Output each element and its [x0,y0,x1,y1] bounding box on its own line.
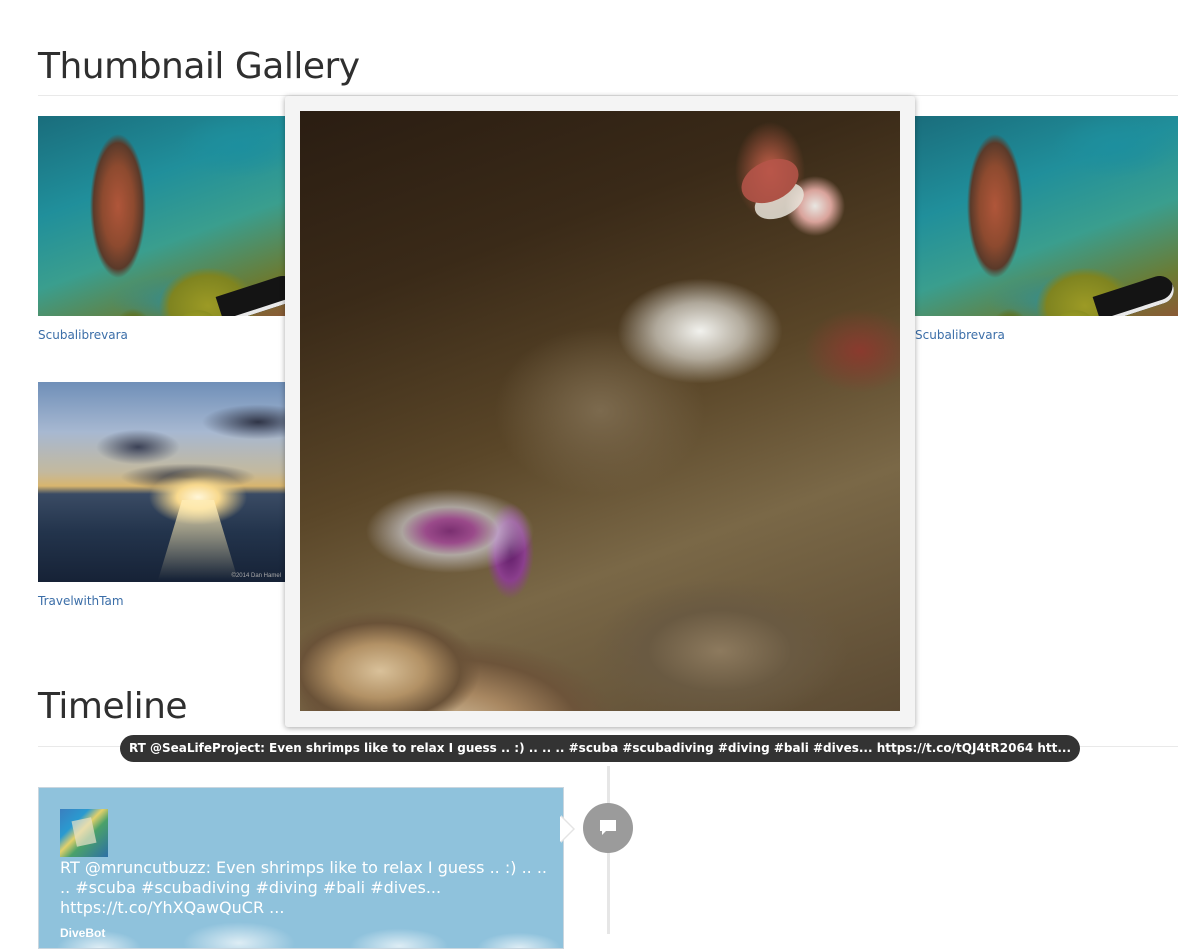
gallery-caption-link[interactable]: TravelwithTam [38,594,124,608]
lightbox-modal[interactable] [285,96,915,727]
tweet-text: RT @mruncutbuzz: Even shrimps like to re… [60,858,547,917]
gallery-caption-link[interactable]: Scubalibrevara [38,328,128,342]
photo-watermark: ©2014 Dan Hamel [231,573,281,579]
gallery-thumbnail-sunset[interactable]: ©2014 Dan Hamel [38,382,285,582]
timeline-tweet-card[interactable]: RT @mruncutbuzz: Even shrimps like to re… [38,787,564,949]
tweet-author[interactable]: DiveBot [60,926,105,940]
avatar[interactable] [60,809,108,857]
speech-bubble-icon [600,820,616,835]
lightbox-caption-tooltip: RT @SeaLifeProject: Even shrimps like to… [120,735,1080,762]
card-pointer-arrow [560,815,575,843]
gallery-title: Thumbnail Gallery [38,46,360,87]
lightbox-image-shrimp[interactable] [300,111,900,711]
gallery-caption-link[interactable]: Scubalibrevara [915,328,1005,342]
gallery-thumbnail-eel-1[interactable] [38,116,285,316]
timeline-node[interactable] [583,803,633,853]
gallery-thumbnail-eel-2[interactable] [915,116,1178,316]
timeline-title: Timeline [38,686,188,727]
